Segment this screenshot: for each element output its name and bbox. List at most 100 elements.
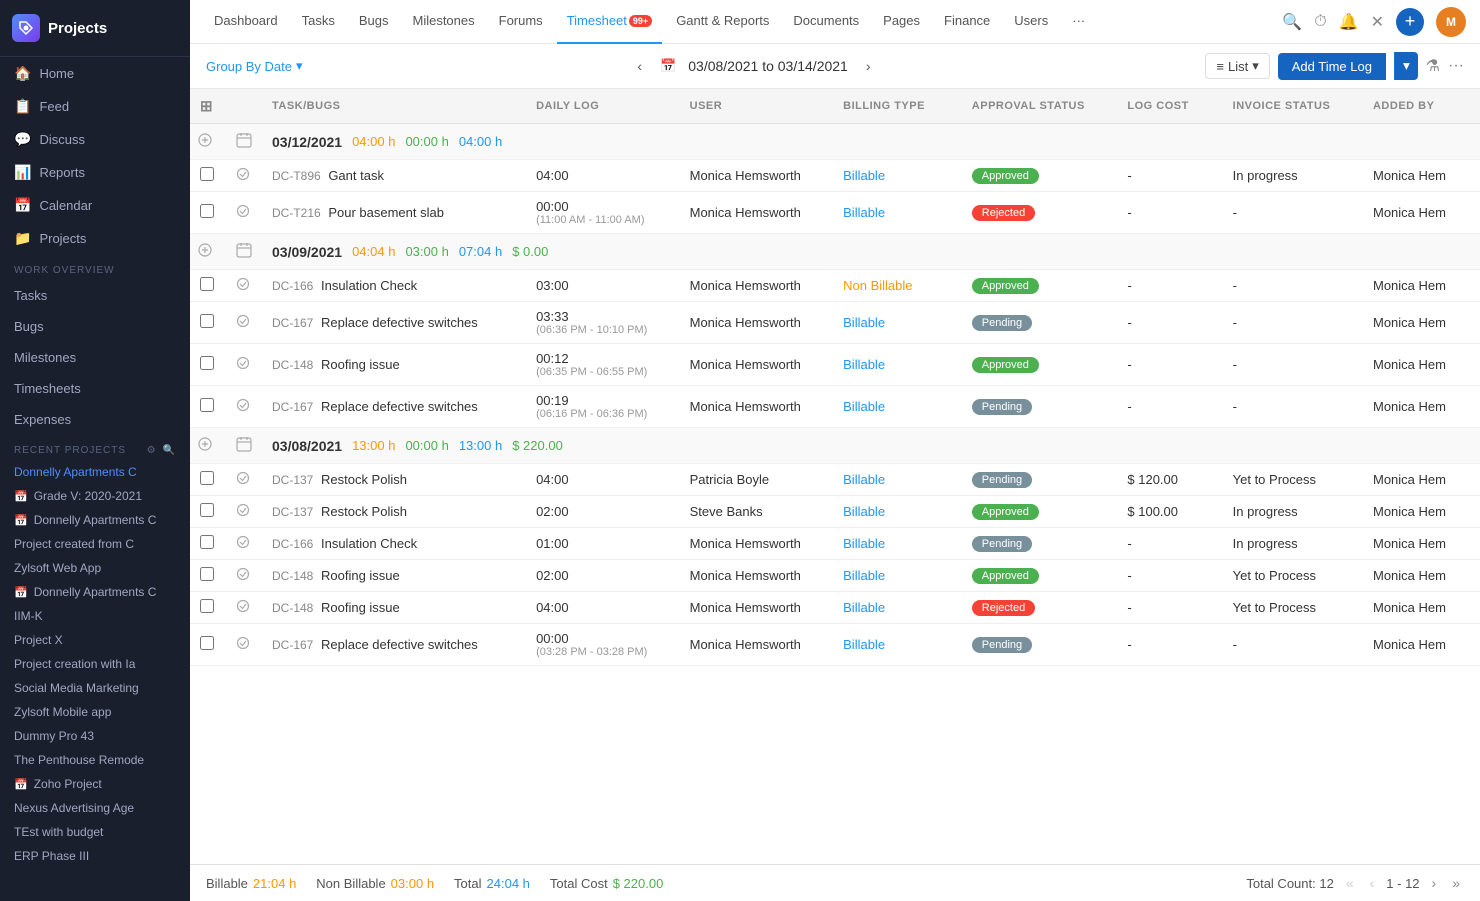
sidebar-item-expenses[interactable]: Expenses: [0, 404, 190, 435]
recent-project-created[interactable]: Project created from C: [0, 532, 190, 556]
row-checkbox[interactable]: [200, 277, 214, 291]
more-options-button[interactable]: ···: [1448, 57, 1464, 75]
collapse-button[interactable]: [198, 437, 212, 451]
list-view-button[interactable]: ≡ List ▾: [1205, 53, 1269, 79]
recent-project-zylsoft[interactable]: Zylsoft Web App: [0, 556, 190, 580]
row-checkbox[interactable]: [200, 398, 214, 412]
sidebar-item-timesheets[interactable]: Timesheets: [0, 373, 190, 404]
recent-project-dummy43[interactable]: Dummy Pro 43: [0, 724, 190, 748]
recent-project-donnelly3[interactable]: 📅 Donnelly Apartments C: [0, 580, 190, 604]
next-page-button[interactable]: ›: [1428, 873, 1441, 893]
sidebar-item-projects[interactable]: 📁 Projects: [0, 222, 190, 255]
row-checkbox[interactable]: [200, 471, 214, 485]
row-checkbox[interactable]: [200, 535, 214, 549]
sidebar-item-milestones[interactable]: Milestones: [0, 342, 190, 373]
sidebar-item-discuss[interactable]: 💬 Discuss: [0, 123, 190, 156]
tab-finance[interactable]: Finance: [934, 0, 1000, 44]
task-name[interactable]: Gant task: [328, 168, 384, 183]
add-button[interactable]: +: [1396, 8, 1424, 36]
notifications-button[interactable]: 🔔: [1339, 12, 1359, 32]
recent-projects-section: RECENT PROJECTS ⚙ 🔍: [0, 435, 190, 460]
add-time-log-button[interactable]: Add Time Log: [1278, 53, 1386, 80]
recent-project-projectx[interactable]: Project X: [0, 628, 190, 652]
row-checkbox[interactable]: [200, 204, 214, 218]
sidebar-item-bugs[interactable]: Bugs: [0, 311, 190, 342]
calendar-picker-icon[interactable]: 📅: [660, 58, 676, 74]
tab-pages[interactable]: Pages: [873, 0, 930, 44]
recent-project-zoho[interactable]: 📅 Zoho Project: [0, 772, 190, 796]
row-user-cell: Monica Hemsworth: [680, 160, 834, 192]
row-added-cell: Monica Hem: [1363, 464, 1480, 496]
filter-recent-icon[interactable]: ⚙: [147, 445, 157, 456]
filter-button[interactable]: ⚗: [1426, 56, 1440, 76]
add-time-log-dropdown-button[interactable]: ▾: [1394, 52, 1418, 80]
group-by-button[interactable]: Group By Date ▾: [206, 58, 303, 74]
sidebar-item-calendar[interactable]: 📅 Calendar: [0, 189, 190, 222]
tab-forums[interactable]: Forums: [489, 0, 553, 44]
collapse-button[interactable]: [198, 133, 212, 147]
tab-dashboard[interactable]: Dashboard: [204, 0, 288, 44]
search-button[interactable]: 🔍: [1282, 12, 1302, 32]
first-page-button[interactable]: «: [1342, 873, 1358, 893]
task-name[interactable]: Pour basement slab: [328, 205, 444, 220]
task-name[interactable]: Restock Polish: [321, 504, 407, 519]
sidebar-item-home[interactable]: 🏠 Home: [0, 57, 190, 90]
prev-page-button[interactable]: ‹: [1366, 873, 1379, 893]
recent-project-grade[interactable]: 📅 Grade V: 2020-2021: [0, 484, 190, 508]
task-name[interactable]: Roofing issue: [321, 600, 400, 615]
tab-more[interactable]: ···: [1062, 0, 1095, 44]
tab-users[interactable]: Users: [1004, 0, 1058, 44]
row-checkbox[interactable]: [200, 167, 214, 181]
row-checkbox[interactable]: [200, 599, 214, 613]
row-checkbox[interactable]: [200, 503, 214, 517]
table-row: DC-167 Replace defective switches 03:33 …: [190, 302, 1480, 344]
date-group-calendar-icon: [226, 234, 262, 270]
task-name[interactable]: Roofing issue: [321, 568, 400, 583]
recent-project-donnelly2[interactable]: 📅 Donnelly Apartments C: [0, 508, 190, 532]
next-date-button[interactable]: ›: [860, 56, 877, 76]
row-checkbox[interactable]: [200, 636, 214, 650]
tab-timesheet[interactable]: Timesheet 99+: [557, 0, 663, 44]
date-group-info: 03/12/2021 04:00 h 00:00 h 04:00 h: [262, 124, 680, 160]
row-checkbox[interactable]: [200, 567, 214, 581]
last-page-button[interactable]: »: [1448, 873, 1464, 893]
th-logcost: LOG COST: [1117, 89, 1222, 124]
user-avatar[interactable]: M: [1436, 7, 1466, 37]
tab-milestones[interactable]: Milestones: [402, 0, 484, 44]
recent-project-donnelly1[interactable]: Donnelly Apartments C: [0, 460, 190, 484]
tab-documents[interactable]: Documents: [783, 0, 869, 44]
search-recent-icon[interactable]: 🔍: [163, 445, 176, 456]
log-cost: -: [1127, 315, 1131, 330]
task-name[interactable]: Replace defective switches: [321, 315, 478, 330]
task-name[interactable]: Insulation Check: [321, 536, 417, 551]
task-name[interactable]: Replace defective switches: [321, 637, 478, 652]
row-checkbox[interactable]: [200, 314, 214, 328]
sidebar-item-feed[interactable]: 📋 Feed: [0, 90, 190, 123]
recent-project-test[interactable]: TEst with budget: [0, 820, 190, 844]
grid-view-icon[interactable]: ⊞: [200, 98, 213, 115]
close-button[interactable]: ✕: [1371, 12, 1384, 32]
row-checkbox-cell: [190, 192, 226, 234]
recent-project-nexus[interactable]: Nexus Advertising Age: [0, 796, 190, 820]
recent-project-iimk[interactable]: IIM-K: [0, 604, 190, 628]
collapse-button[interactable]: [198, 243, 212, 257]
sidebar-item-reports[interactable]: 📊 Reports: [0, 156, 190, 189]
timer-button[interactable]: ⏱: [1314, 13, 1326, 31]
task-name[interactable]: Insulation Check: [321, 278, 417, 293]
row-checkbox[interactable]: [200, 356, 214, 370]
prev-date-button[interactable]: ‹: [631, 56, 648, 76]
task-name[interactable]: Roofing issue: [321, 357, 400, 372]
tab-bugs[interactable]: Bugs: [349, 0, 399, 44]
tab-gantt[interactable]: Gantt & Reports: [666, 0, 779, 44]
recent-project-penthouse[interactable]: The Penthouse Remode: [0, 748, 190, 772]
task-name[interactable]: Restock Polish: [321, 472, 407, 487]
tab-tasks[interactable]: Tasks: [292, 0, 345, 44]
recent-project-social[interactable]: Social Media Marketing: [0, 676, 190, 700]
recent-project-ia[interactable]: Project creation with Ia: [0, 652, 190, 676]
task-name[interactable]: Replace defective switches: [321, 399, 478, 414]
recent-project-erp[interactable]: ERP Phase III: [0, 844, 190, 868]
recent-project-zylsoft-mobile[interactable]: Zylsoft Mobile app: [0, 700, 190, 724]
sidebar-item-tasks[interactable]: Tasks: [0, 280, 190, 311]
sidebar-item-reports-label: Reports: [39, 165, 85, 180]
total-value: 24:04 h: [487, 876, 530, 891]
